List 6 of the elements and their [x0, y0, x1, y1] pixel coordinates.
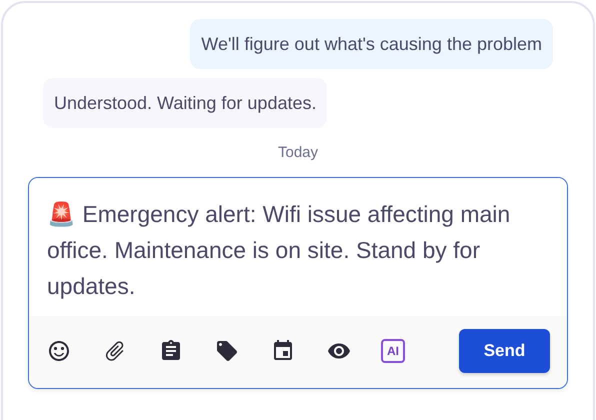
ai-button[interactable]: AI: [381, 338, 405, 362]
send-button[interactable]: Send: [459, 328, 550, 372]
message-bubble: We'll figure out what's causing the problem: [190, 19, 553, 69]
message-bubble: Understood. Waiting for updates.: [43, 78, 328, 128]
message-input-text[interactable]: 🚨 Emergency alert: Wifi issue affecting main office. Maintenance is on site. Stand by for updates.: [47, 196, 517, 304]
date-separator: Today: [278, 143, 318, 163]
